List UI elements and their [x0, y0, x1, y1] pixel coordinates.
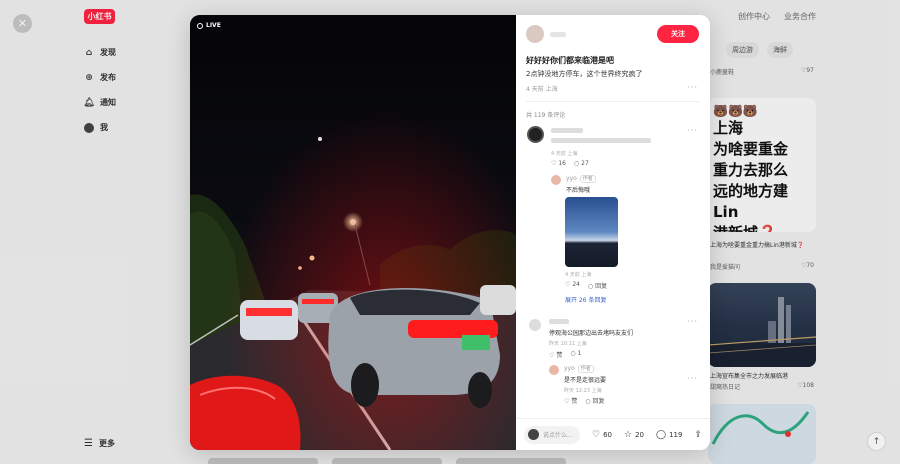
- heart-icon: ♡: [564, 398, 570, 405]
- like-count: 24: [572, 281, 580, 288]
- more-icon[interactable]: ···: [687, 317, 698, 326]
- author-avatar[interactable]: [526, 25, 544, 43]
- share-icon: ⇪: [694, 429, 702, 440]
- more-icon[interactable]: ···: [687, 126, 698, 135]
- night-traffic-photo: [190, 15, 516, 450]
- reply-count: 1: [577, 350, 582, 357]
- reply-reply[interactable]: ○ 回复: [585, 396, 604, 405]
- comment-author-blurred[interactable]: [551, 127, 583, 134]
- chat-icon: ○: [585, 398, 591, 405]
- divider: [526, 101, 700, 102]
- comment-author-blurred[interactable]: [549, 318, 569, 325]
- follow-button[interactable]: 关注: [657, 25, 699, 43]
- reply-like[interactable]: ♡ 赞: [564, 396, 577, 405]
- engagement-bar: 说点什么... ♡ 60 ☆ 20 ◯ 119 ⇪: [516, 418, 710, 450]
- author-name-blurred[interactable]: [550, 31, 566, 37]
- reply-text: 是不是走很远要: [564, 377, 607, 384]
- reply-meta: 昨天 12:23 上海: [564, 388, 602, 394]
- like-button[interactable]: ♡ 60: [592, 430, 612, 440]
- author-info[interactable]: [526, 25, 566, 43]
- collect-button[interactable]: ☆ 20: [624, 430, 644, 440]
- chat-icon: ○: [570, 350, 576, 357]
- comment-meta: 昨天 10:11 上海: [549, 341, 587, 347]
- like-label: 赞: [571, 398, 578, 405]
- comment-reply[interactable]: ○ 27: [574, 160, 589, 167]
- chat-icon: ○: [587, 283, 594, 290]
- live-label: LIVE: [206, 22, 221, 29]
- comment-meta: 4 天前 上海: [551, 151, 578, 157]
- more-icon[interactable]: ···: [687, 83, 698, 92]
- reply-author-name: yyo: [564, 365, 575, 372]
- note-panel: 关注 好好好你们都来临港是吧 2点钟没地方停车，这个世界终究疯了 4 天前 上海…: [516, 15, 710, 450]
- reply-actions: ♡ 赞 ○ 回复: [564, 396, 605, 405]
- comment-text: 停观海公园那边出去堵吗友友们: [549, 330, 634, 337]
- heart-icon: ♡: [549, 352, 555, 359]
- collect-count: 20: [635, 430, 644, 439]
- reply-label: 回复: [595, 283, 608, 290]
- comment-count: 119: [669, 430, 683, 439]
- reply-author-name: yyo: [566, 175, 577, 182]
- avatar: [528, 429, 539, 440]
- reply-author[interactable]: yyo 作者: [566, 175, 596, 183]
- note-modal: LIVE 关注 好好好你们都来临港是吧 2点钟没地方停车，这个世界终究疯了 4 …: [190, 15, 710, 450]
- post-meta: 4 天前 上海: [526, 86, 558, 93]
- heart-icon: ♡: [592, 429, 601, 440]
- reply-text: 不后悔哦: [566, 187, 591, 194]
- comment-text-blurred: [551, 137, 651, 144]
- chat-icon: ◯: [656, 429, 667, 440]
- comment-avatar[interactable]: [529, 319, 541, 331]
- reply-count: 27: [581, 160, 589, 167]
- reply-meta: 4 天前 上海: [565, 272, 592, 278]
- post-description: 2点钟没地方停车，这个世界终究疯了: [526, 70, 643, 78]
- comment-like[interactable]: ♡ 16: [551, 160, 566, 167]
- comment-button[interactable]: ◯ 119: [656, 430, 682, 440]
- comment-avatar[interactable]: [527, 126, 544, 143]
- like-label: 赞: [556, 352, 563, 359]
- comment-reply[interactable]: ○ 1: [570, 350, 581, 359]
- reply-reply[interactable]: ○ 回复: [588, 281, 607, 290]
- comment-actions: ♡ 16 ○ 27: [551, 160, 589, 167]
- live-icon: [197, 22, 203, 29]
- comment-input[interactable]: 说点什么...: [524, 425, 580, 444]
- like-count: 60: [603, 430, 612, 439]
- comment-count: 共 119 条评论: [526, 112, 566, 119]
- author-badge: 作者: [577, 365, 594, 373]
- comment-like[interactable]: ♡ 赞: [549, 350, 562, 359]
- reply-avatar[interactable]: [549, 365, 559, 375]
- comment-actions: ♡ 赞 ○ 1: [549, 350, 581, 359]
- heart-icon: ♡: [565, 281, 571, 288]
- reply-author[interactable]: yyo 作者: [564, 365, 594, 373]
- heart-icon: ♡: [551, 160, 557, 167]
- star-icon: ☆: [624, 429, 633, 440]
- expand-replies[interactable]: 展开 26 条回复: [565, 295, 606, 304]
- more-icon[interactable]: ···: [687, 374, 698, 383]
- author-badge: 作者: [579, 175, 596, 183]
- post-photo[interactable]: LIVE: [190, 15, 516, 450]
- reply-avatar[interactable]: [551, 175, 561, 185]
- chat-icon: ○: [573, 160, 580, 167]
- comment-placeholder: 说点什么...: [543, 432, 573, 439]
- like-count: 16: [558, 160, 566, 167]
- live-badge[interactable]: LIVE: [197, 22, 221, 29]
- post-title: 好好好你们都来临港是吧: [526, 56, 614, 65]
- reply-label: 回复: [592, 398, 605, 405]
- reply-image[interactable]: [565, 197, 618, 267]
- share-button[interactable]: ⇪: [694, 430, 702, 440]
- reply-like[interactable]: ♡ 24: [565, 281, 580, 290]
- reply-actions: ♡ 24 ○ 回复: [565, 281, 607, 290]
